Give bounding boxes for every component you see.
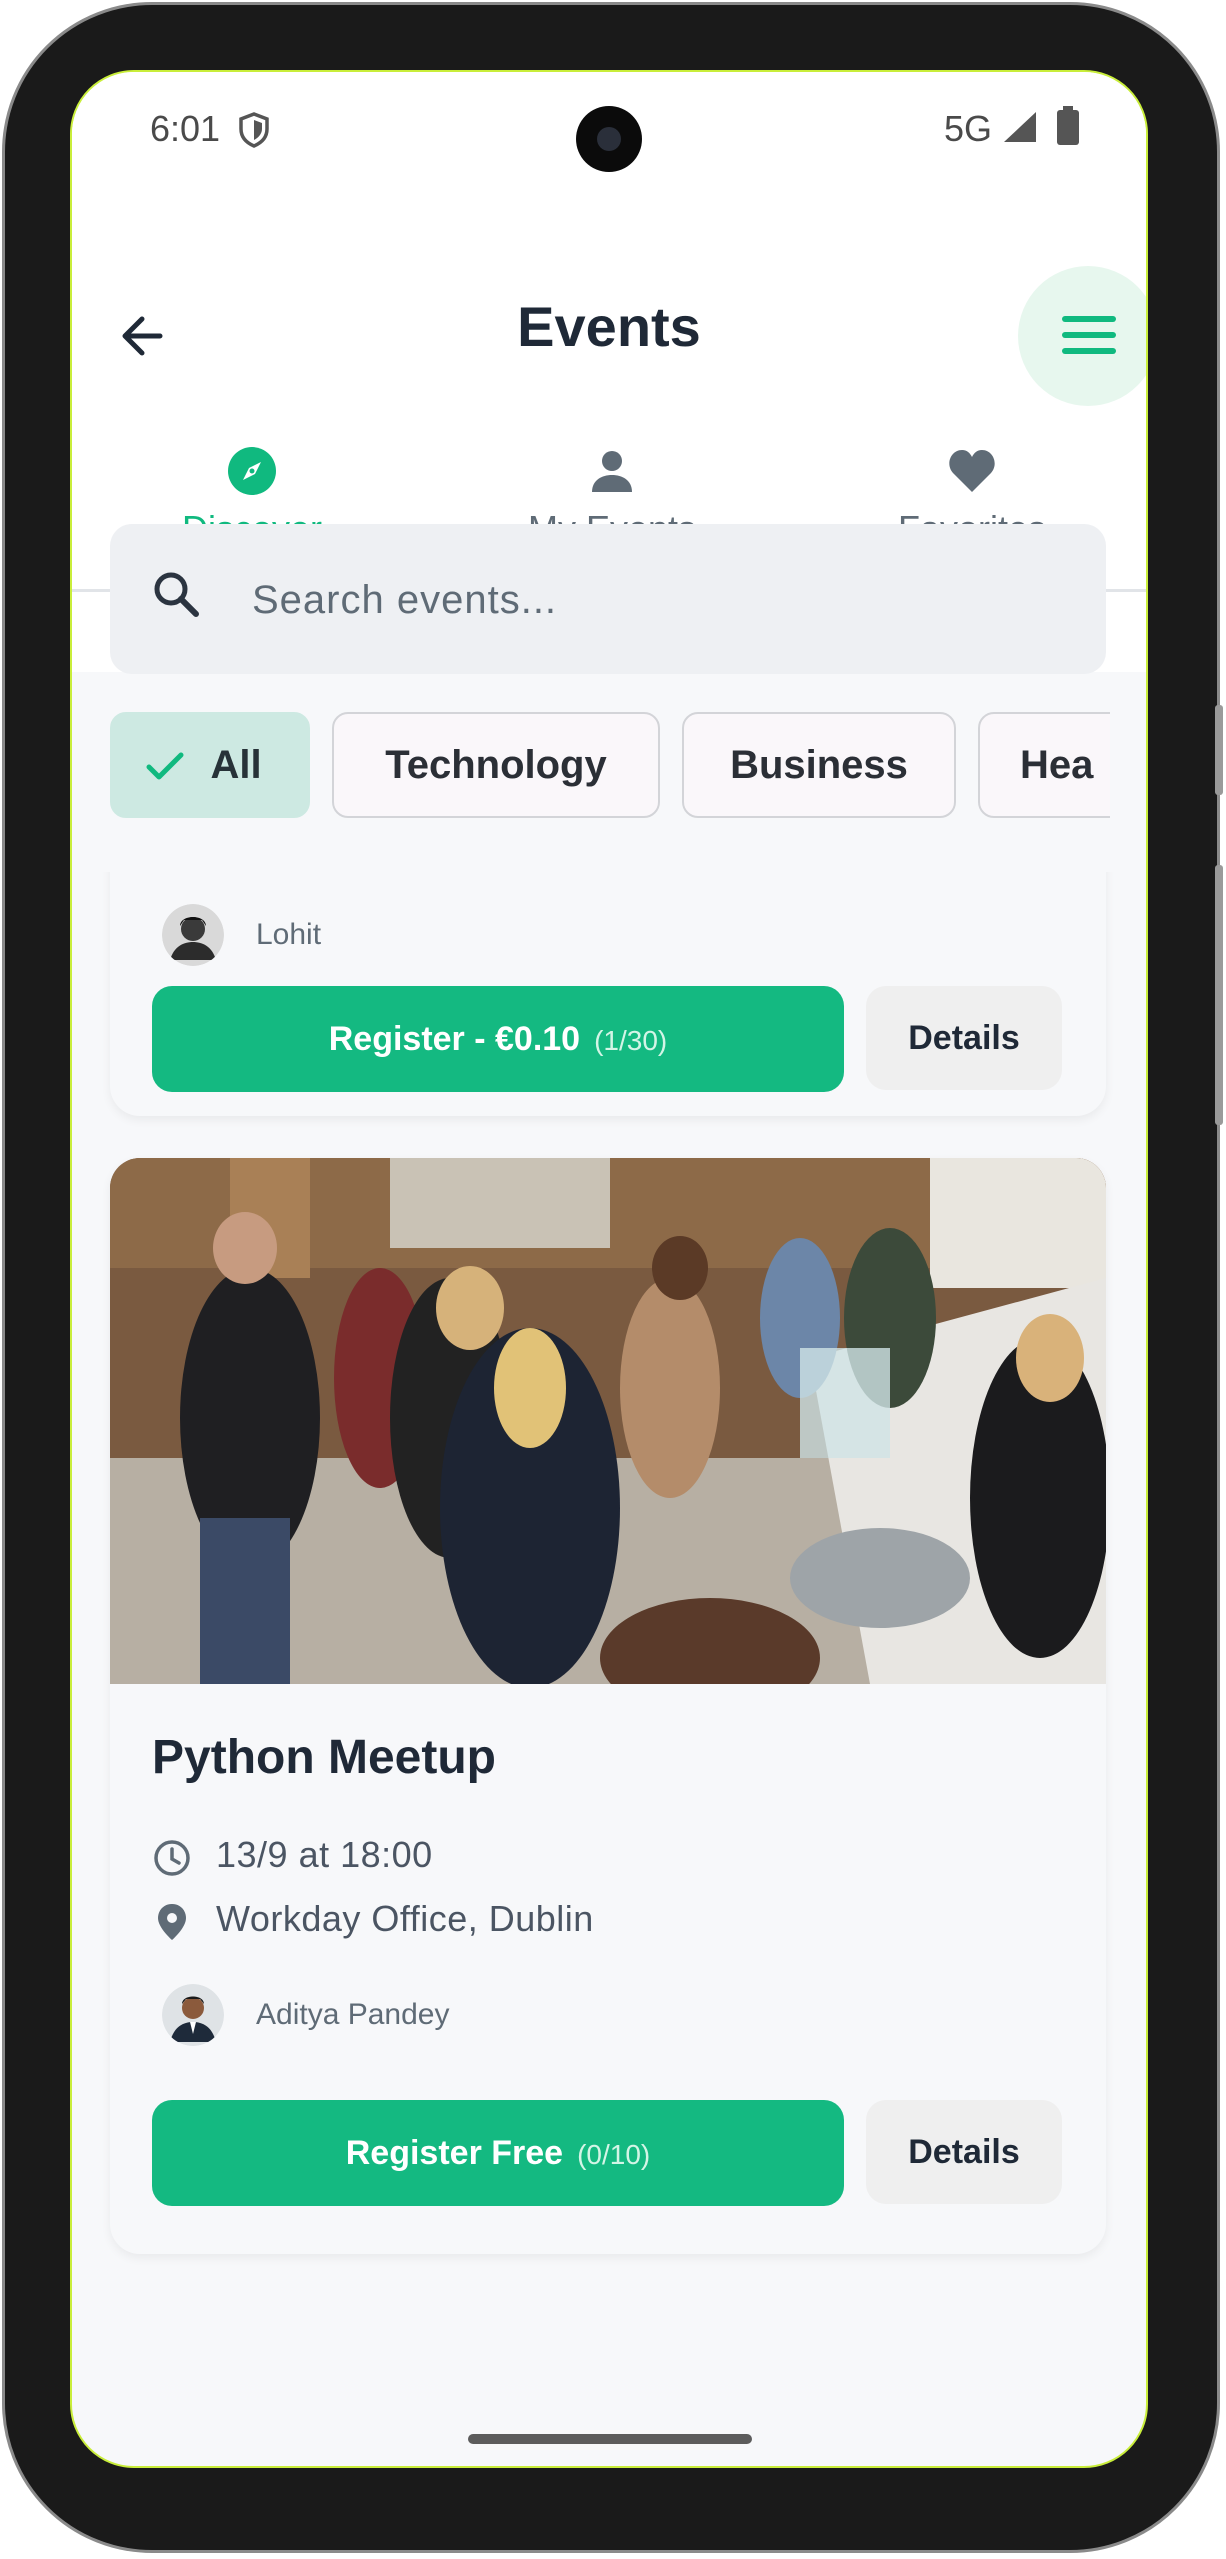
event-card: Lohit Register - €0.10 (1/30) Details bbox=[110, 872, 1106, 1116]
register-count: (0/10) bbox=[577, 2139, 651, 2170]
home-indicator[interactable] bbox=[468, 2434, 752, 2444]
search-input[interactable] bbox=[250, 560, 1074, 640]
battery-icon bbox=[1057, 106, 1079, 145]
details-label: Details bbox=[908, 2133, 1020, 2171]
volume-button bbox=[1215, 705, 1223, 795]
chip-business[interactable]: Business bbox=[682, 712, 956, 818]
register-label: Register - €0.10 bbox=[328, 1020, 581, 1058]
register-button[interactable]: Register Free (0/10) bbox=[152, 2100, 844, 2206]
menu-button[interactable] bbox=[1018, 266, 1146, 406]
details-button[interactable]: Details bbox=[866, 2100, 1062, 2204]
avatar bbox=[162, 904, 224, 966]
details-button[interactable]: Details bbox=[866, 986, 1062, 1090]
event-datetime-text: 13/9 at 18:00 bbox=[216, 1834, 433, 1875]
chip-all[interactable]: All bbox=[110, 712, 310, 818]
chip-health[interactable]: Hea bbox=[978, 712, 1110, 818]
filter-chip-row: All Technology Business Hea bbox=[110, 712, 1110, 822]
app-screen: 6:01 5G Events Search events... All Tech… bbox=[70, 70, 1148, 2468]
event-card: Python Meetup 13/9 at 18:00 Workday Offi… bbox=[110, 1158, 1106, 2254]
compass-icon bbox=[228, 447, 276, 495]
person-icon bbox=[592, 451, 632, 492]
search-bar bbox=[110, 524, 1106, 674]
signal-icon bbox=[1004, 112, 1036, 142]
clock-icon bbox=[154, 1840, 190, 1876]
event-photo bbox=[110, 1158, 1106, 1684]
chip-business-label: Business bbox=[730, 743, 908, 787]
organizer-name: Aditya Pandey bbox=[256, 1998, 450, 2031]
network-type: 5G bbox=[944, 108, 993, 149]
register-count: (1/30) bbox=[594, 1025, 668, 1056]
event-feed: Lohit Register - €0.10 (1/30) Details Py… bbox=[72, 872, 1146, 2466]
register-button[interactable]: Register - €0.10 (1/30) bbox=[152, 986, 844, 1092]
event-location-text: Workday Office, Dublin bbox=[216, 1898, 594, 1939]
register-label: Register Free bbox=[345, 2134, 564, 2172]
chip-technology[interactable]: Technology bbox=[332, 712, 660, 818]
shield-icon bbox=[239, 112, 269, 148]
chip-health-label: Hea bbox=[1020, 743, 1094, 787]
details-label: Details bbox=[908, 1019, 1020, 1057]
event-photo-image bbox=[110, 1158, 1106, 1684]
check-icon bbox=[146, 752, 184, 780]
organizer-name: Lohit bbox=[256, 918, 322, 951]
hamburger-menu-icon bbox=[1062, 316, 1116, 354]
chip-technology-label: Technology bbox=[385, 743, 607, 787]
front-camera bbox=[576, 106, 642, 172]
search-icon bbox=[154, 572, 199, 617]
event-title: Python Meetup bbox=[152, 1731, 496, 1784]
power-button bbox=[1215, 865, 1223, 1125]
heart-icon bbox=[949, 450, 995, 492]
location-pin-icon bbox=[158, 1904, 186, 1940]
chip-all-label: All bbox=[210, 743, 262, 787]
status-time: 6:01 bbox=[150, 108, 221, 149]
page-title: Events bbox=[517, 295, 701, 358]
status-bar: 6:01 5G bbox=[72, 72, 1146, 192]
avatar bbox=[162, 1984, 224, 2046]
